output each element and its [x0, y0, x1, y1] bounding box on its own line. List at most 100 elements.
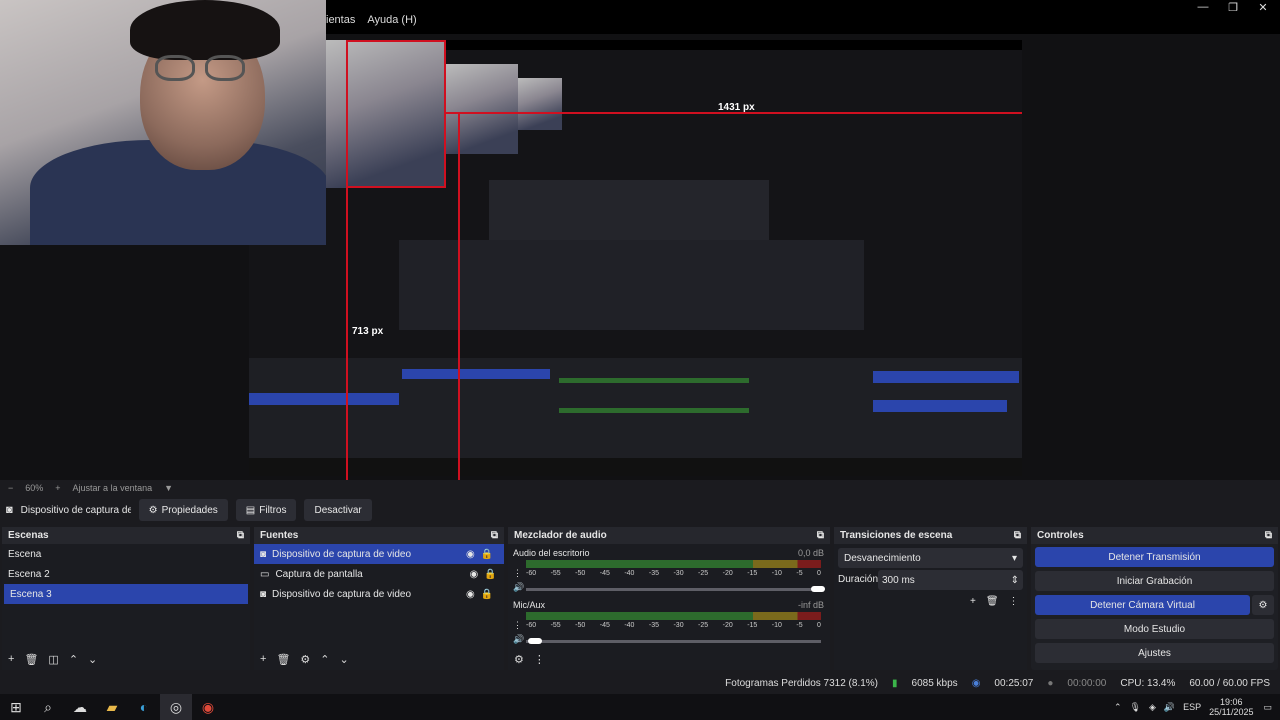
restore-icon[interactable]: ❐ [1218, 0, 1248, 14]
file-explorer-icon[interactable]: ▰ [96, 694, 128, 720]
notification-icon[interactable]: ▭ [1263, 702, 1272, 713]
gear-icon[interactable]: ⚙ [300, 653, 310, 666]
settings-button[interactable]: Ajustes [1035, 643, 1274, 663]
speaker-icon[interactable]: 🔊 [513, 582, 524, 593]
add-icon[interactable]: + [970, 596, 976, 607]
studio-mode-button[interactable]: Modo Estudio [1035, 619, 1274, 639]
lock-icon[interactable]: 🔒 [481, 549, 493, 560]
scene-item[interactable]: Escena 2 [2, 564, 250, 584]
close-icon[interactable]: ✕ [1248, 0, 1278, 14]
duration-stepper[interactable]: 300 ms ⇕ [878, 570, 1023, 590]
source-item-selected[interactable]: ◙ Dispositivo de captura de video ◉ 🔒 [254, 544, 504, 564]
up-icon[interactable]: ⌃ [69, 653, 78, 666]
search-icon[interactable]: ⌕ [32, 694, 64, 720]
undock-icon[interactable]: ⧉ [237, 530, 244, 541]
scene-item[interactable]: Escena [2, 544, 250, 564]
volume-knob[interactable] [528, 638, 542, 644]
guide-line [346, 40, 446, 42]
trash-icon[interactable]: 🗑 [24, 653, 38, 666]
controls-dock: Controles ⧉ Detener Transmisión Iniciar G… [1031, 527, 1278, 670]
nested-webcam [326, 40, 446, 188]
fit-window[interactable]: Ajustar a la ventana [73, 483, 153, 493]
lock-icon[interactable]: 🔒 [484, 569, 496, 580]
down-icon[interactable]: ⌄ [88, 653, 97, 666]
trash-icon[interactable]: 🗑 [986, 596, 999, 607]
undock-icon[interactable]: ⧉ [1014, 530, 1021, 541]
stop-stream-button[interactable]: Detener Transmisión [1035, 547, 1274, 567]
volume-knob[interactable] [811, 586, 825, 592]
add-icon[interactable]: + [260, 653, 266, 665]
stop-virtual-camera-button[interactable]: Detener Cámara Virtual [1035, 595, 1250, 615]
undock-icon[interactable]: ⧉ [1265, 530, 1272, 541]
source-item[interactable]: ◙ Dispositivo de captura de video ◉ 🔒 [254, 584, 504, 604]
up-icon[interactable]: ⌃ [320, 653, 329, 666]
speaker-icon[interactable]: 🔊 [513, 634, 524, 645]
down-icon[interactable]: ⌄ [340, 653, 349, 666]
chrome-icon[interactable]: ◉ [192, 694, 224, 720]
transition-select[interactable]: Desvanecimiento ▾ [838, 548, 1023, 568]
gear-icon[interactable]: ⚙ [1252, 595, 1274, 615]
source-item[interactable]: ▭ Captura de pantalla ◉ 🔒 [254, 564, 504, 584]
source-label: Captura de pantalla [275, 568, 363, 580]
minimize-icon[interactable]: — [1188, 0, 1218, 14]
add-icon[interactable]: + [8, 653, 14, 665]
eye-icon[interactable]: ◉ [469, 569, 478, 580]
guide-line [346, 40, 348, 480]
clock-time: 19:06 [1220, 697, 1243, 707]
undock-icon[interactable]: ⧉ [817, 530, 824, 541]
sources-dock: Fuentes ⧉ ◙ Dispositivo de captura de vide… [254, 527, 504, 670]
transition-value: Desvanecimiento [844, 552, 921, 564]
obs-icon[interactable]: ◎ [160, 694, 192, 720]
properties-button[interactable]: ⚙ Propiedades [138, 499, 228, 521]
chevron-down-icon: ▾ [1011, 552, 1017, 564]
undock-icon[interactable]: ⧉ [491, 530, 498, 541]
network-icon[interactable]: ◈ [1149, 702, 1156, 713]
channel-level: -inf dB [797, 600, 824, 610]
menu-icon[interactable]: ⋮ [1009, 596, 1019, 607]
duration-value: 300 ms [882, 574, 915, 586]
windows-start-icon[interactable]: ⊞ [0, 694, 32, 720]
lock-icon[interactable]: 🔒 [481, 589, 493, 600]
camera-icon: ◙ [260, 548, 267, 560]
webcam-feed [0, 0, 326, 245]
eye-icon[interactable]: ◉ [466, 549, 475, 560]
zoom-dropdown-icon[interactable]: ▼ [164, 483, 173, 493]
audio-mixer-dock: Mezclador de audio ⧉ Audio del escritorio… [508, 527, 830, 670]
filters-label: Filtros [259, 504, 287, 516]
clock[interactable]: 19:06 25/11/2025 [1209, 697, 1253, 717]
zoom-out-button[interactable]: − [8, 483, 13, 493]
zoom-in-button[interactable]: + [55, 483, 60, 493]
filter-icon: ▤ [245, 504, 256, 516]
eye-icon[interactable]: ◉ [466, 589, 475, 600]
source-name: Dispositivo de captura de v [20, 504, 131, 516]
dropped-frames: Fotogramas Perdidos 7312 (8.1%) [725, 677, 879, 689]
volume-icon[interactable]: 🔊 [1164, 702, 1175, 713]
volume-slider[interactable] [526, 588, 821, 591]
widgets-icon[interactable]: ☁ [64, 694, 96, 720]
record-time: 00:00:00 [1067, 677, 1107, 689]
scene-item-selected[interactable]: Escena 3 [4, 584, 248, 604]
menu-icon[interactable]: ⋮ [513, 620, 522, 631]
channel-level: 0,0 dB [797, 548, 824, 558]
menu-icon[interactable]: ⋮ [534, 653, 545, 666]
stepper-icon[interactable]: ⇕ [1011, 575, 1019, 586]
gear-icon[interactable]: ⚙ [514, 653, 524, 666]
start-recording-button[interactable]: Iniciar Grabación [1035, 571, 1274, 591]
trash-icon[interactable]: 🗑 [276, 653, 290, 666]
menu-tools[interactable]: ientas [326, 14, 355, 34]
volume-slider[interactable] [526, 640, 821, 643]
tray-chevron-icon[interactable]: ⌃ [1114, 702, 1122, 713]
duration-label: Duración [838, 574, 879, 585]
meter-ticks: -60 -55 -50 -45 -40 -35 -30 -25 -20 -15 -10 -5 0 [526, 570, 821, 577]
mic-icon[interactable]: 🎙 [1130, 702, 1141, 713]
deactivate-button[interactable]: Desactivar [304, 499, 372, 521]
edge-icon[interactable]: ◐ [128, 694, 160, 720]
signal-icon: ▮ [892, 677, 898, 689]
language-indicator[interactable]: ESP [1183, 702, 1201, 712]
menu-icon[interactable]: ⋮ [513, 568, 522, 579]
record-icon: ● [1047, 677, 1054, 689]
menu-help[interactable]: Ayuda (H) [367, 14, 416, 34]
filter-icon[interactable]: ◫ [48, 653, 58, 666]
filters-button[interactable]: ▤ Filtros [235, 499, 297, 521]
guide-line [444, 40, 446, 188]
